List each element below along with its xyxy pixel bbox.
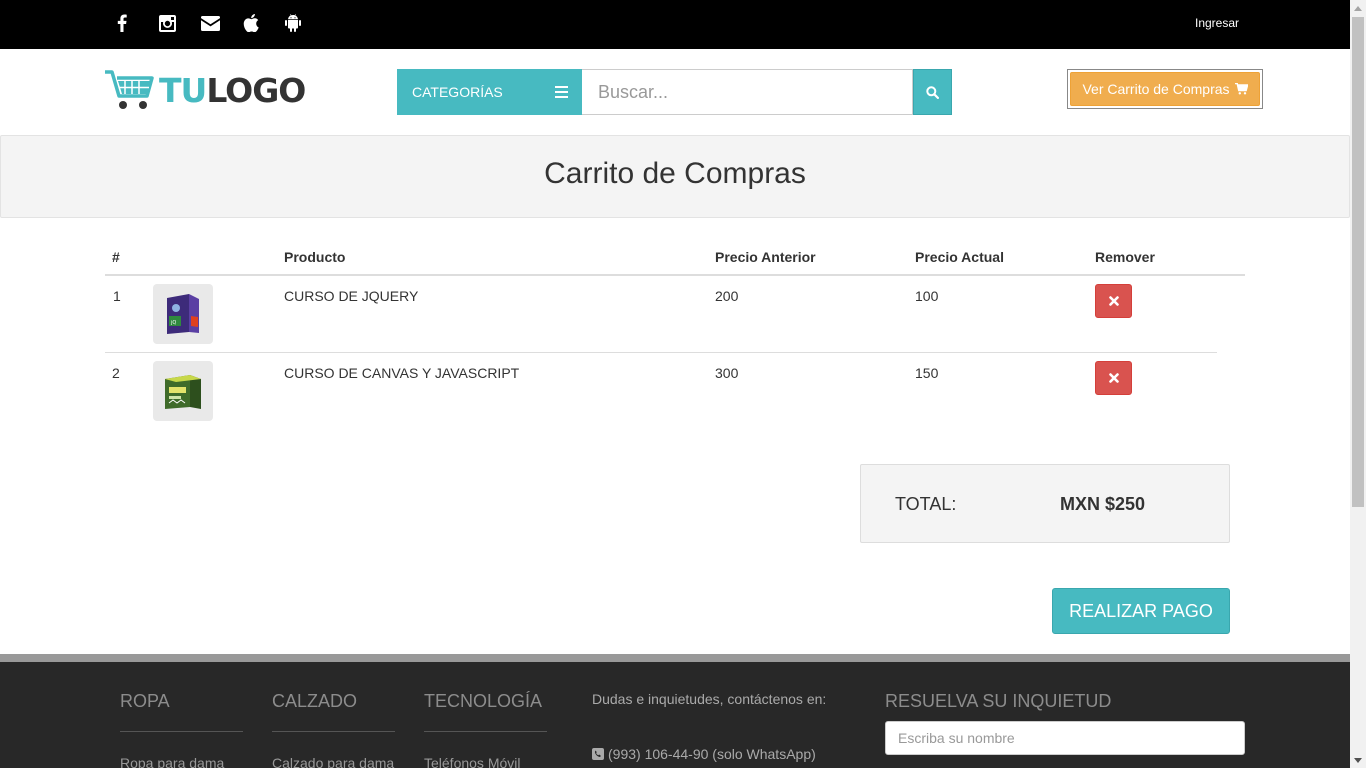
close-icon xyxy=(1108,373,1119,383)
phone-square-icon xyxy=(592,748,604,760)
footer: ROPA Ropa para dama CALZADO Calzado para… xyxy=(0,662,1350,768)
total-summary: TOTAL: MXN $250 xyxy=(860,464,1230,543)
svg-text:jQ: jQ xyxy=(170,320,176,326)
remove-item-button[interactable] xyxy=(1095,284,1132,318)
current-price: 150 xyxy=(915,365,939,381)
product-name: CURSO DE CANVAS Y JAVASCRIPT xyxy=(284,365,520,381)
site-logo[interactable]: TULOGO xyxy=(105,68,306,112)
hamburger-menu-icon xyxy=(555,86,568,101)
footer-divider xyxy=(120,731,243,732)
page-title-band: Carrito de Compras xyxy=(0,135,1350,218)
product-thumbnail[interactable] xyxy=(153,361,213,421)
social-links xyxy=(117,12,327,34)
search-button[interactable] xyxy=(913,69,952,115)
page-title: Carrito de Compras xyxy=(544,156,806,190)
footer-link-ropa-dama[interactable]: Ropa para dama xyxy=(120,755,224,768)
canvas-course-box-image xyxy=(165,375,201,409)
row-number: 2 xyxy=(112,365,120,381)
footer-contact-text: Dudas e inquietudes, contáctenos en: xyxy=(592,691,827,707)
search-icon xyxy=(926,85,939,99)
shopping-cart-logo-icon xyxy=(105,70,154,109)
logo-text: TULOGO xyxy=(159,70,306,110)
scrollbar-thumb[interactable] xyxy=(1352,17,1364,507)
total-label: TOTAL: xyxy=(895,494,957,514)
old-price: 300 xyxy=(715,365,739,381)
login-link[interactable]: Ingresar xyxy=(1195,16,1239,30)
header-remove: Remover xyxy=(1095,249,1155,265)
product-name: CURSO DE JQUERY xyxy=(284,288,419,304)
envelope-icon[interactable] xyxy=(201,12,243,34)
vertical-scrollbar[interactable] xyxy=(1350,0,1366,768)
footer-top-border xyxy=(0,654,1350,662)
footer-phone: (993) 106-44-90 (solo WhatsApp) xyxy=(592,746,816,762)
shopping-cart-icon xyxy=(1234,83,1248,95)
remove-item-button[interactable] xyxy=(1095,361,1132,395)
footer-form-heading: RESUELVA SU INQUIETUD xyxy=(885,691,1112,711)
name-input[interactable] xyxy=(885,721,1245,755)
apple-icon[interactable] xyxy=(243,12,285,34)
logo-text-tu: TU xyxy=(159,70,207,110)
view-cart-button[interactable]: Ver Carrito de Compras xyxy=(1067,69,1263,109)
jquery-course-box-image: jQ xyxy=(167,294,199,334)
footer-phone-text: (993) 106-44-90 (solo WhatsApp) xyxy=(608,746,816,762)
header-current-price: Precio Actual xyxy=(915,249,1004,265)
current-price: 100 xyxy=(915,288,939,304)
old-price: 200 xyxy=(715,288,739,304)
footer-heading-tecnologia: TECNOLOGÍA xyxy=(424,691,543,711)
instagram-icon[interactable] xyxy=(159,12,201,34)
footer-link-telefonos[interactable]: Teléfonos Móvil xyxy=(424,755,521,768)
close-icon xyxy=(1108,296,1119,306)
logo-text-logo: LOGO xyxy=(206,70,306,110)
facebook-icon[interactable] xyxy=(117,12,159,34)
footer-heading-calzado: CALZADO xyxy=(272,691,358,711)
categories-label: CATEGORÍAS xyxy=(412,84,503,100)
total-value: MXN $250 xyxy=(1060,494,1146,514)
view-cart-label: Ver Carrito de Compras xyxy=(1082,81,1230,97)
android-icon[interactable] xyxy=(285,12,327,34)
top-bar: Ingresar xyxy=(0,0,1350,49)
table-row: 1 jQ CURSO DE JQUERY 200 100 xyxy=(105,276,1217,353)
header-old-price: Precio Anterior xyxy=(715,249,816,265)
row-number: 1 xyxy=(113,288,121,304)
scroll-down-arrow-icon[interactable] xyxy=(1350,752,1366,768)
header-product: Producto xyxy=(284,249,346,265)
checkout-button[interactable]: REALIZAR PAGO xyxy=(1052,588,1230,634)
footer-link-calzado-dama[interactable]: Calzado para dama xyxy=(272,755,394,768)
footer-heading-ropa: ROPA xyxy=(120,691,170,711)
table-row: 2 CURSO DE CANVAS Y JAVASCRIPT 300 150 xyxy=(105,353,1217,430)
search-input[interactable] xyxy=(582,69,913,115)
scroll-up-arrow-icon[interactable] xyxy=(1350,0,1366,16)
header-num: # xyxy=(112,249,120,265)
footer-divider xyxy=(424,731,547,732)
categories-button[interactable]: CATEGORÍAS xyxy=(397,69,582,115)
product-thumbnail[interactable]: jQ xyxy=(153,284,213,344)
footer-divider xyxy=(272,731,395,732)
